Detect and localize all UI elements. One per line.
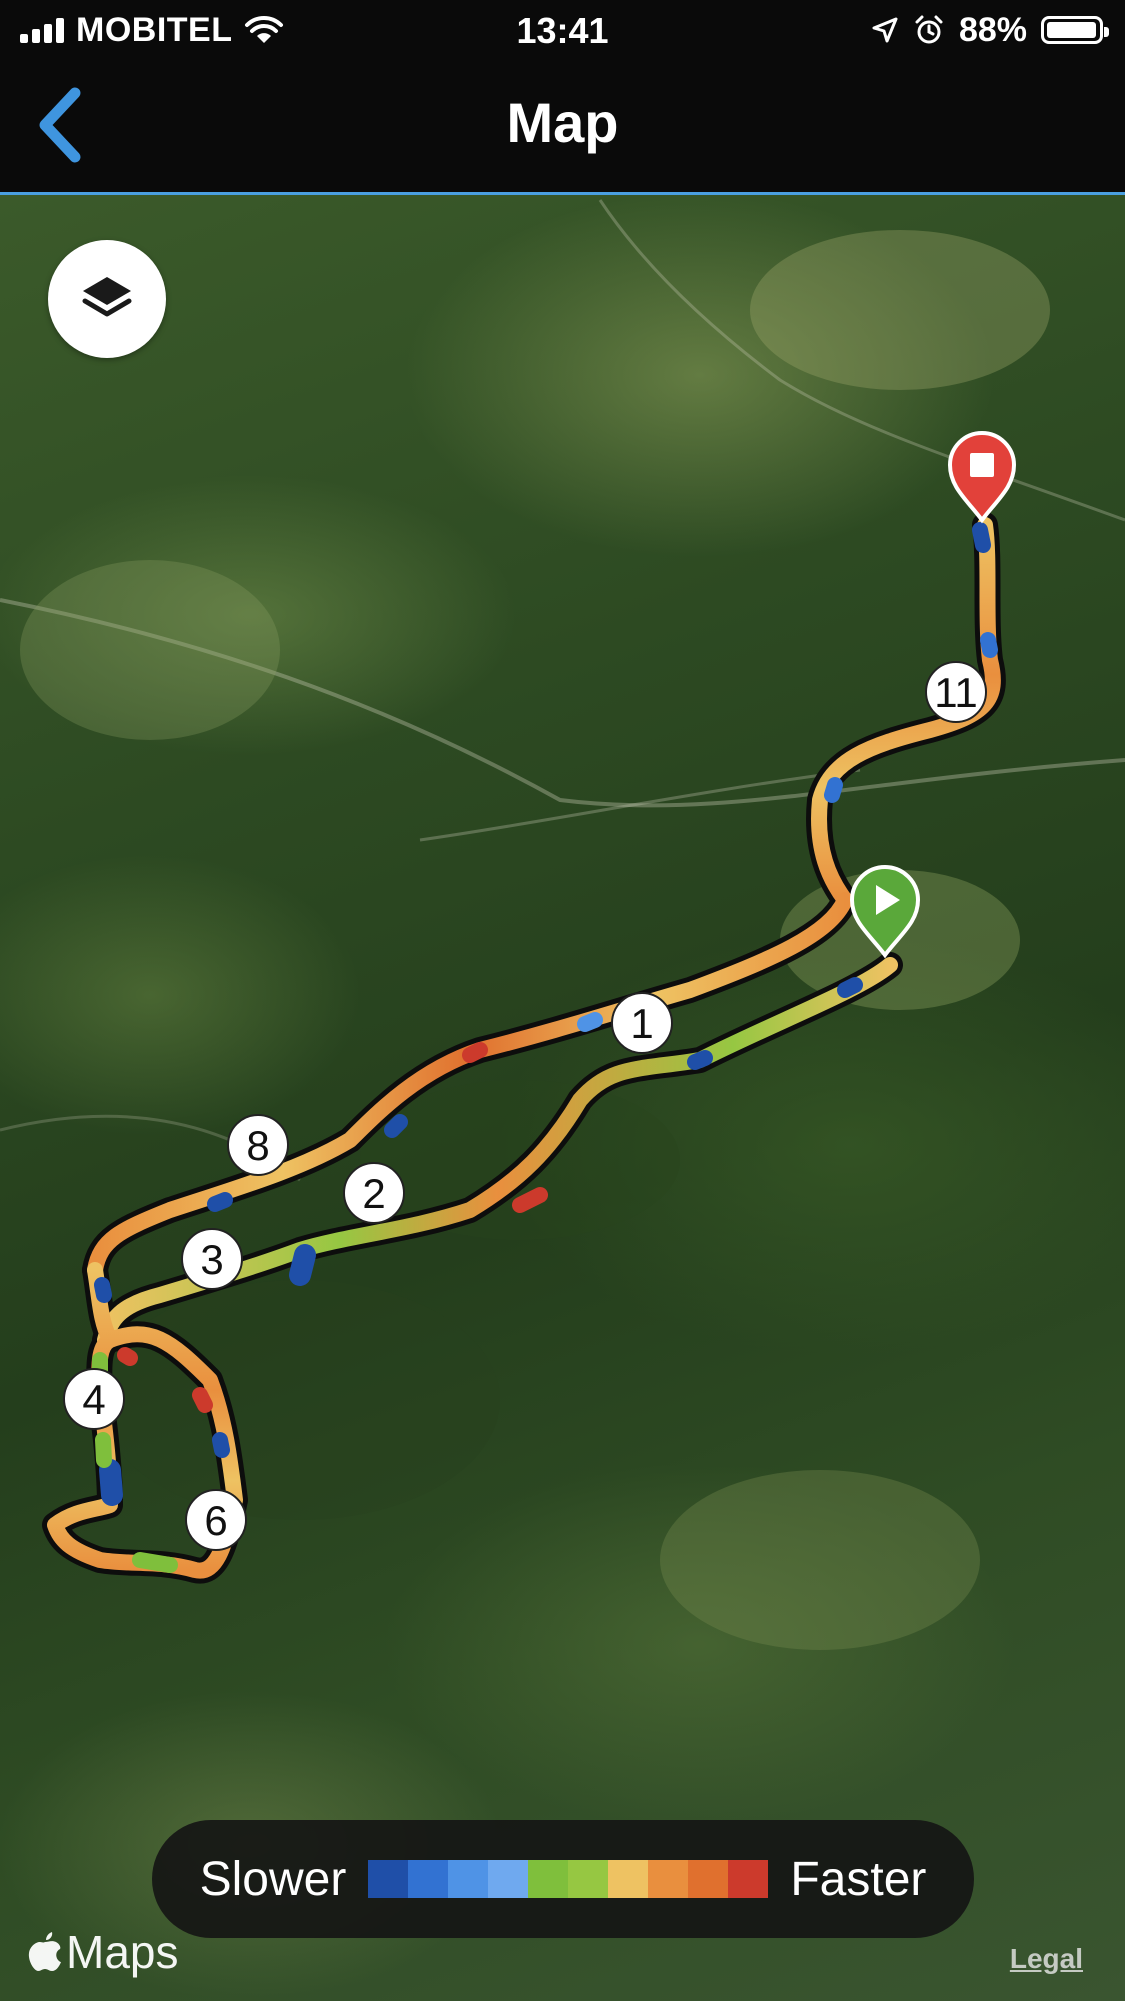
legend-swatch [368,1860,409,1898]
battery-percent: 88% [958,10,1027,49]
route-layer: 1 2 3 4 6 8 11 [42,431,1017,1584]
legend-swatch [408,1860,449,1898]
lap-marker-3[interactable]: 3 [181,1228,243,1290]
svg-text:1: 1 [630,1000,653,1047]
speed-legend: Slower Faster [152,1820,974,1938]
stop-icon [970,453,994,477]
lap-marker-8[interactable]: 8 [227,1114,289,1176]
svg-text:4: 4 [82,1376,105,1423]
nav-bar: Map [0,62,1125,192]
legend-color-scale [368,1860,769,1898]
legend-swatch [688,1860,729,1898]
route-outline [42,512,1006,1584]
battery-icon [1041,16,1109,44]
legal-link[interactable]: Legal [1010,1943,1083,1975]
finish-pin[interactable] [947,431,1017,524]
layers-icon [82,277,132,317]
svg-text:8: 8 [246,1122,269,1169]
legend-slower-label: Slower [199,1852,347,1906]
location-arrow-icon [872,17,898,43]
map-layers-button[interactable] [48,240,166,358]
status-bar: MOBITEL 13:41 88% [0,0,1125,62]
svg-text:2: 2 [362,1170,385,1217]
alarm-icon [915,15,943,44]
lap-marker-1[interactable]: 1 [611,992,673,1054]
legend-faster-label: Faster [790,1852,927,1906]
start-pin[interactable] [849,865,921,959]
maps-attribution-text: Maps [66,1926,179,1978]
lap-marker-4[interactable]: 4 [63,1368,125,1430]
legend-swatch [568,1860,609,1898]
lap-marker-11[interactable]: 11 [925,661,987,723]
legend-swatch [448,1860,489,1898]
route-speed-accents [92,522,998,1573]
legend-swatch [608,1860,649,1898]
legend-swatch [648,1860,689,1898]
map-view[interactable]: 1 2 3 4 6 8 11 Slower Faster Maps Legal [0,195,1125,2001]
lap-marker-2[interactable]: 2 [343,1162,405,1224]
page-title: Map [506,91,619,154]
apple-maps-attribution: Maps [28,1925,178,1979]
legend-swatch [528,1860,569,1898]
apple-logo-icon [28,1932,61,1971]
status-right: 88% [871,10,1109,50]
legend-swatch [728,1860,769,1898]
svg-text:3: 3 [200,1236,223,1283]
lap-marker-6[interactable]: 6 [185,1489,247,1551]
svg-text:6: 6 [204,1497,227,1544]
svg-text:11: 11 [934,669,978,716]
legend-swatch [488,1860,529,1898]
